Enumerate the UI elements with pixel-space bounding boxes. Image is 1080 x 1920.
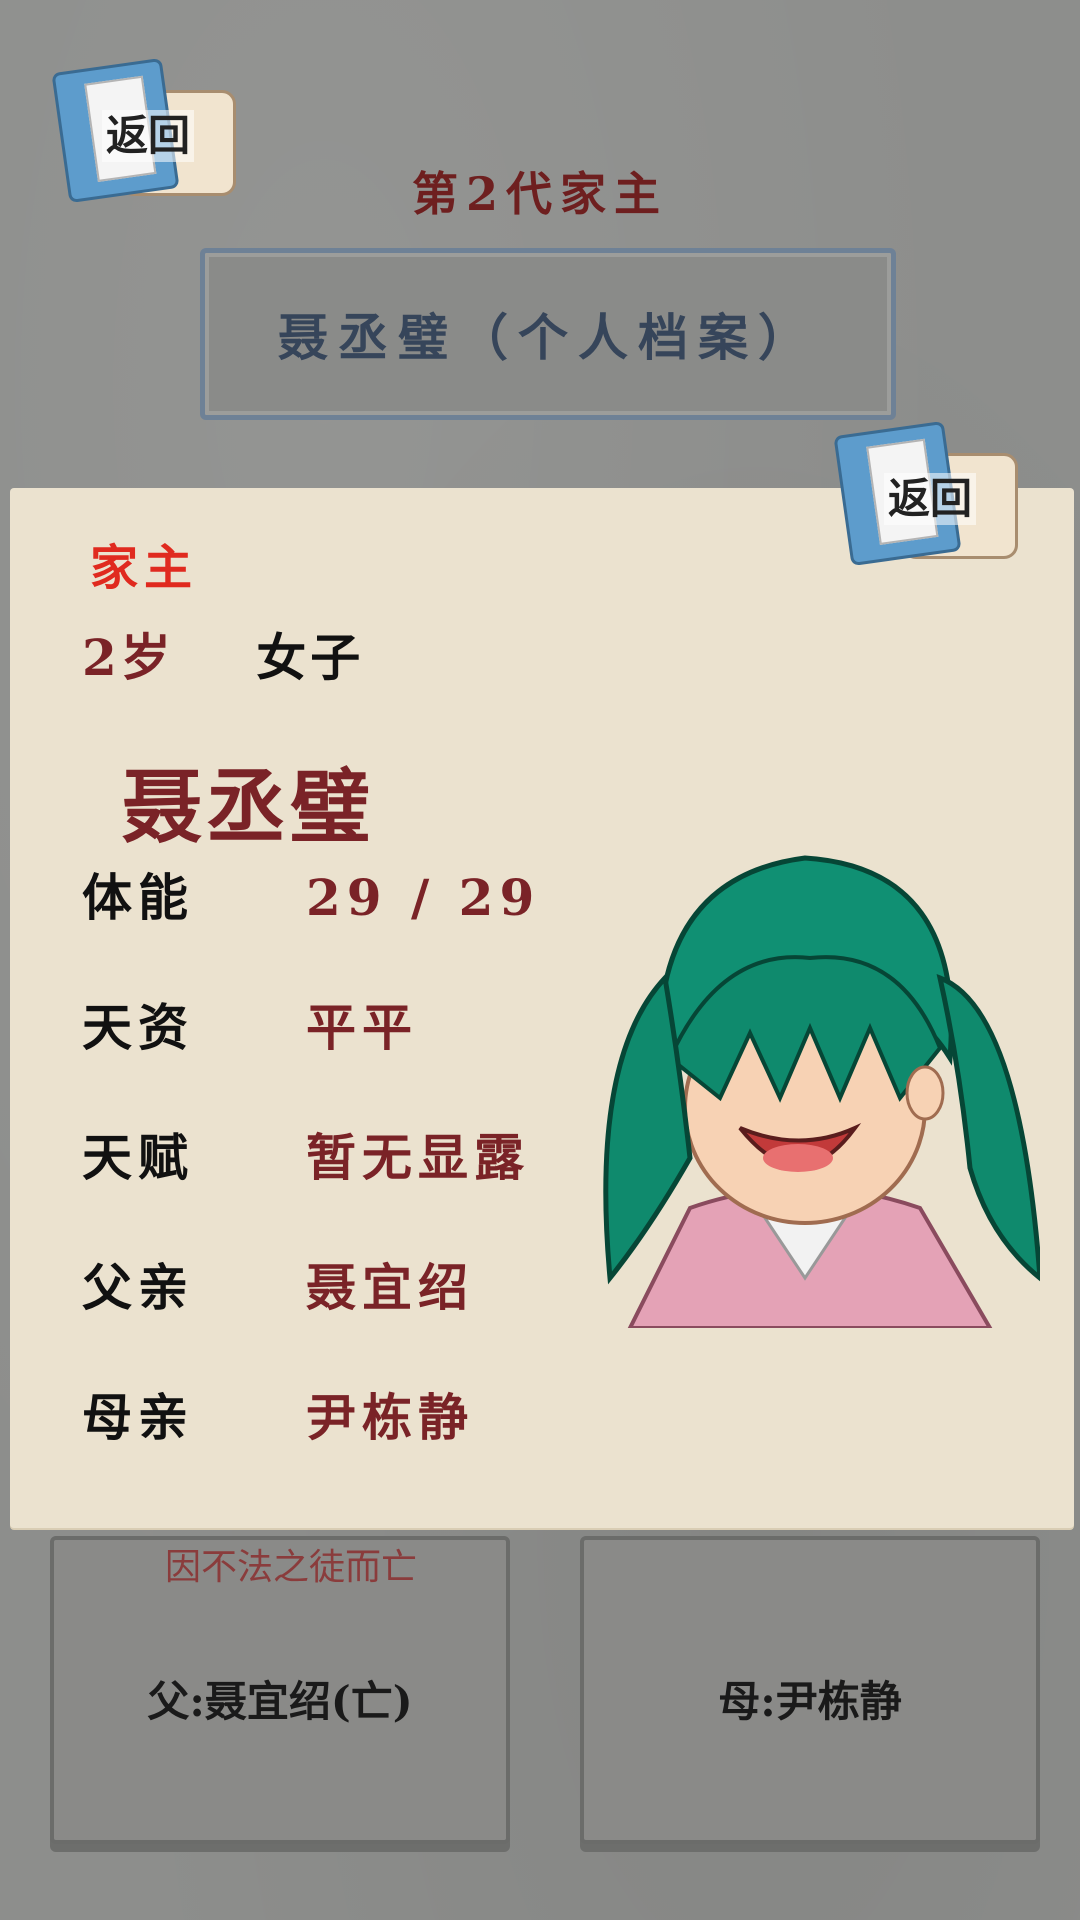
stat-row-aptitude: 天资 平平 — [82, 988, 418, 1060]
name-banner-text: 聂丞璧（个人档案） — [278, 308, 818, 367]
stat-row-talent: 天赋 暂无显露 — [82, 1118, 530, 1190]
age-gender-line: 2岁 女子 — [82, 618, 364, 690]
stat-label: 父亲 — [82, 1258, 194, 1317]
stat-value: 暂无显露 — [306, 1128, 530, 1187]
stat-label: 母亲 — [82, 1388, 194, 1447]
generation-title: 第2代家主 — [411, 167, 668, 221]
stat-value: 聂宜绍 — [306, 1258, 474, 1317]
mother-box[interactable]: 母:尹栋静 — [580, 1536, 1040, 1844]
stat-label: 天资 — [82, 998, 194, 1057]
stat-value: 29 / 29 — [306, 868, 541, 927]
stat-value: 平平 — [306, 998, 418, 1057]
stat-label: 天赋 — [82, 1128, 194, 1187]
stat-row-father: 父亲 聂宜绍 — [82, 1248, 474, 1320]
mother-name: 母:尹栋静 — [718, 1677, 902, 1726]
character-portrait — [603, 855, 1040, 1328]
name-banner: 聂丞璧（个人档案） — [200, 248, 896, 420]
back-button-card[interactable]: 返回 — [832, 418, 1022, 568]
stat-value: 尹栋静 — [306, 1388, 474, 1447]
death-note: 因不法之徒而亡 — [165, 1547, 418, 1588]
back-label: 返回 — [102, 110, 195, 162]
profile-card: 家主 2岁 女子 聂丞璧 体能 29 / 29 天资 平平 天赋 暂无显露 父亲 聂宜绍… — [10, 488, 1074, 1528]
stat-label: 体能 — [82, 868, 194, 927]
age-text: 2岁 — [82, 628, 175, 687]
stat-row-mother: 母亲 尹栋静 — [82, 1378, 474, 1450]
character-name: 聂丞璧 — [122, 760, 374, 854]
role-label: 家主 — [90, 540, 199, 596]
stat-row-stamina: 体能 29 / 29 — [82, 858, 540, 930]
gender-text: 女子 — [256, 628, 365, 687]
back-label: 返回 — [884, 473, 977, 525]
father-name: 父:聂宜绍(亡) — [147, 1677, 413, 1726]
